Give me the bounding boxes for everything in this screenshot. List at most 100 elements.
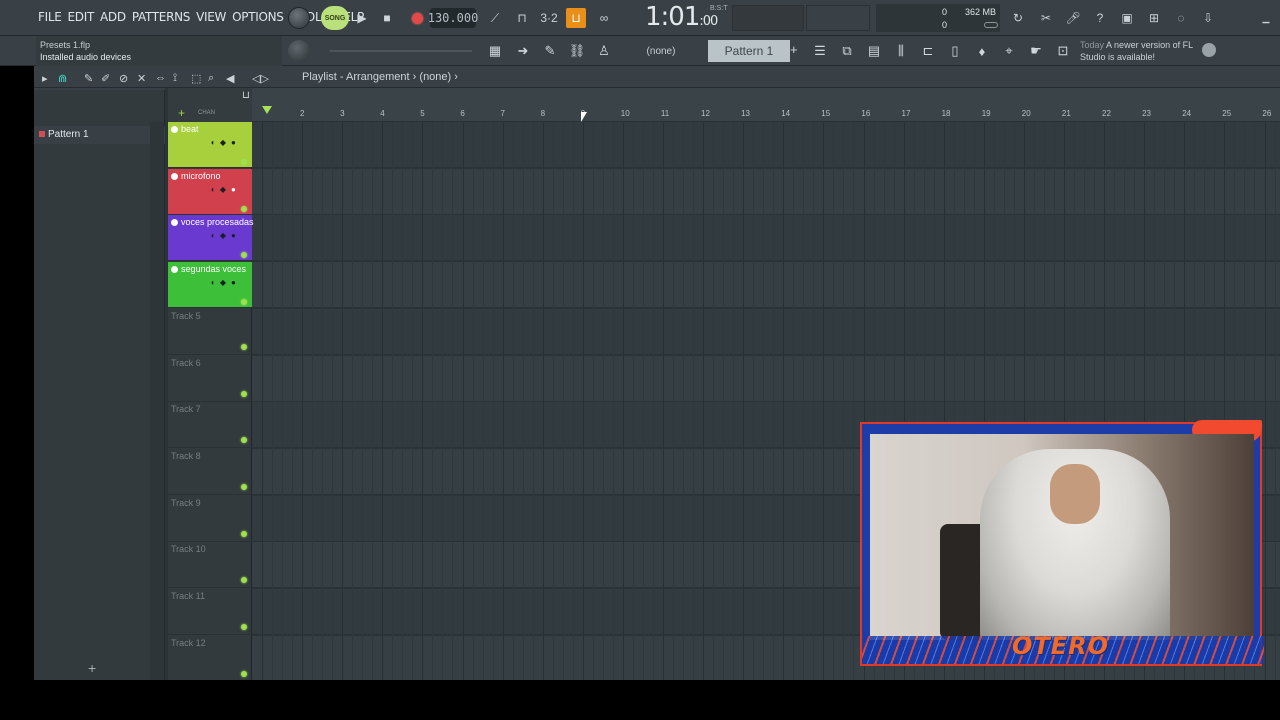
track-enable-icon[interactable] [171,266,178,274]
minimize-button[interactable]: ▁ [1256,8,1276,28]
tuner-button[interactable]: ⌖ [998,40,1020,62]
browser-button[interactable]: ⊏ [917,40,939,62]
mute-icon[interactable]: ◆ [220,185,226,194]
track-led[interactable] [241,343,247,350]
track-header[interactable]: Track 10 [168,542,252,589]
track-led[interactable] [241,205,247,212]
playhead-marker[interactable] [262,106,272,114]
select-tool-icon[interactable]: ⬚ [191,72,201,85]
track-header[interactable]: Track 9 [168,496,252,542]
grid-lane[interactable] [252,355,1280,402]
master-slider[interactable] [330,50,472,52]
loop-record-button[interactable]: ∞ [594,8,614,28]
piano-roll-button[interactable]: ▦ [484,40,506,62]
master-volume-knob[interactable] [288,7,310,29]
undo-history-button[interactable]: ↻ [1008,8,1028,28]
track-name[interactable]: Track 12 [171,638,206,648]
mute-icon[interactable]: ◆ [220,231,226,240]
grid-lane[interactable] [252,308,1280,355]
pattern-selector[interactable]: Pattern 1 [708,40,790,62]
song-mode-button[interactable]: SONG [321,6,349,30]
track-header[interactable]: Track 7 [168,402,252,449]
grid-lane[interactable] [252,215,1280,262]
menu-patterns[interactable]: PATTERNS [132,10,191,24]
record-arm-icon[interactable]: ● [231,278,236,287]
track-header[interactable]: segundas voces ◖ ◆ ● [168,262,252,309]
track-led[interactable] [241,252,247,259]
track-led[interactable] [241,159,247,165]
add-pattern-button[interactable]: + [790,42,798,57]
track-name[interactable]: Track 11 [171,591,205,601]
track-led[interactable] [241,530,247,537]
cut-button[interactable]: ✂ [1036,8,1056,28]
save-button[interactable]: ▣ [1117,8,1137,28]
track-enable-icon[interactable] [171,126,178,133]
mute-tool-icon[interactable]: ✕ [137,72,146,85]
speaker-icon[interactable]: ◖ [210,278,215,287]
snap-selector[interactable]: (none) [632,42,690,60]
speaker-icon[interactable]: ◖ [210,185,215,194]
track-name[interactable]: microfono [171,171,221,181]
track-name[interactable]: Track 7 [171,404,201,414]
step-edit-button[interactable]: ⊔ [566,8,586,28]
record-arm-icon[interactable]: ● [231,185,236,194]
download-button[interactable]: ⇩ [1198,8,1218,28]
pattern-list-item[interactable]: Pattern 1 [34,126,165,144]
track-led[interactable] [241,390,247,397]
track-enable-icon[interactable] [171,219,178,227]
play-button[interactable]: ▶ [353,7,371,29]
record-arm-icon[interactable]: ● [231,138,236,147]
mute-icon[interactable]: ◆ [220,138,226,147]
wait-input-button[interactable]: ⊓ [512,8,532,28]
stop-button[interactable]: ■ [380,7,394,29]
track-name[interactable]: voces procesadas [171,217,254,227]
slice-tool-icon[interactable]: ⟟ [173,72,177,85]
shop-button[interactable]: ⊡ [1052,40,1074,62]
tempo-display[interactable]: 130.000 [428,8,478,28]
channel-rack-button[interactable]: ⧉ [836,40,858,62]
timeline-ruler[interactable]: 2 3 4 5 6 7 8 9 10 11 12 13 14 15 16 17 18 19 20 21 22 23 24 25… [252,88,1280,122]
track-led[interactable] [241,670,247,677]
track-led[interactable] [241,577,247,584]
grid-lane[interactable] [252,262,1280,309]
playback-tool-icon[interactable]: ◀ [226,72,234,85]
grid-lane[interactable] [252,168,1280,215]
view-toggle-icon[interactable]: ◁▷ [252,72,269,85]
draw-tool-icon[interactable]: ✎ [84,72,93,85]
track-name[interactable]: Track 10 [171,544,206,554]
track-header[interactable]: Track 8 [168,449,252,495]
track-header[interactable]: Track 5 [168,309,252,355]
track-name[interactable]: Track 5 [171,311,201,321]
mixer-button[interactable]: ⫼ [890,40,912,62]
add-track-button[interactable]: + [178,106,185,120]
track-name[interactable]: Track 9 [171,498,201,508]
track-led[interactable] [241,299,247,306]
globe-icon[interactable] [1202,43,1216,57]
menu-file[interactable]: FILE [38,10,62,24]
track-led[interactable] [241,483,247,490]
track-name[interactable]: Track 8 [171,451,201,461]
playlist-button[interactable]: ☰ [809,40,831,62]
playlist-menu-icon[interactable]: ▸ [42,72,48,85]
countdown-button[interactable]: 3·2 [539,8,559,28]
news-panel[interactable]: Today A newer version of FL Studio is av… [1080,39,1220,63]
add-pattern-clip-button[interactable]: + [88,660,96,676]
metronome-button[interactable]: ⟋ [485,8,505,28]
chat-button[interactable]: ◌ [1171,8,1191,28]
piano-roll-window-button[interactable]: ▤ [863,40,885,62]
track-led[interactable] [241,437,247,444]
plugin-picker-button[interactable]: ♙ [593,40,615,62]
track-led[interactable] [241,624,247,630]
track-header[interactable]: Track 6 [168,356,252,402]
track-name[interactable]: segundas voces [171,264,246,274]
brush-button[interactable]: ✎ [539,40,561,62]
menu-add[interactable]: ADD [100,10,126,24]
touch-button[interactable]: ♦ [971,40,993,62]
piano-keys-icon[interactable]: ⊔ [242,90,250,101]
grid-lane[interactable] [252,122,1280,168]
mic-button[interactable]: 🎤︎ [1063,8,1083,28]
link-button[interactable]: ⛓ [566,40,588,62]
track-name[interactable]: Track 6 [171,358,201,368]
track-header[interactable]: microfono ◖ ◆ ● [168,168,252,215]
zoom-tool-icon[interactable]: ⌕ [208,72,214,85]
